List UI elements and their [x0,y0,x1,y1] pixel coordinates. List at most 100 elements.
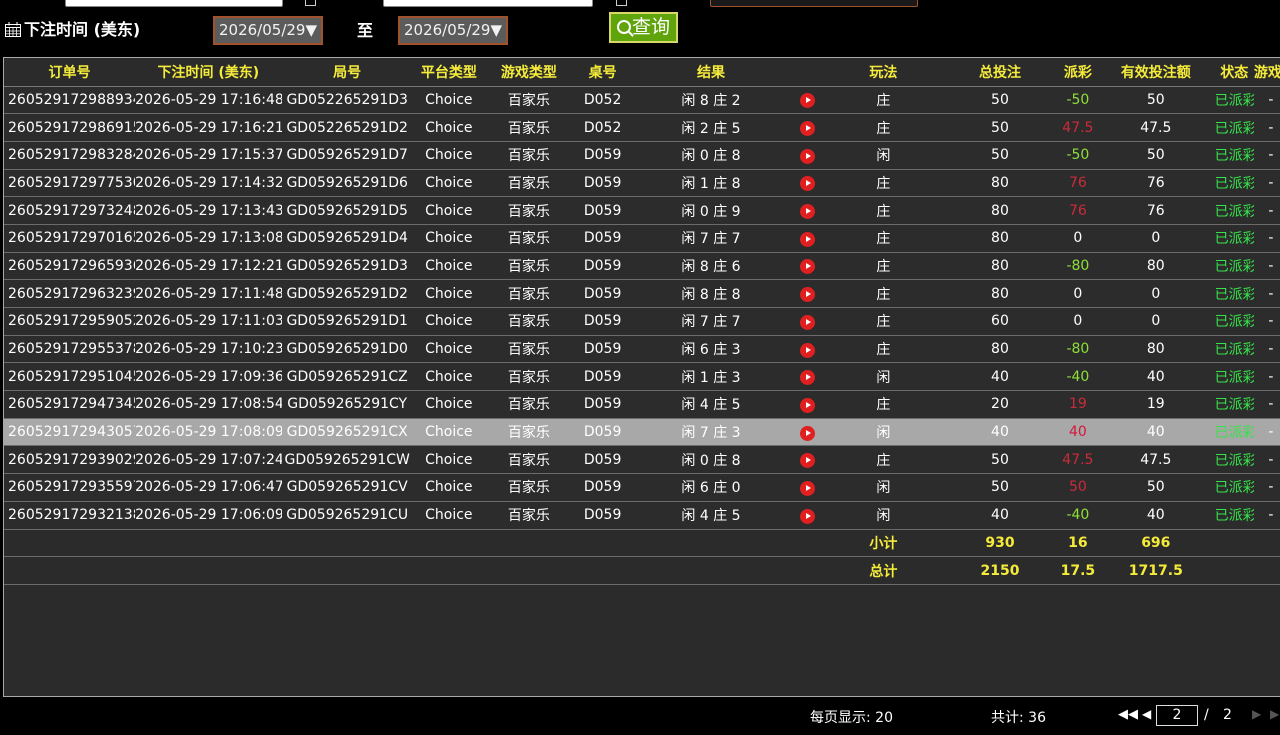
top-checkbox-1[interactable] [305,0,316,6]
valid-bet-cell: 0 [1096,279,1215,308]
top-text-input-1[interactable] [65,0,283,7]
table-row[interactable]: 260529172970165 2026-05-29 17:13:08 GD0592… [4,224,1280,253]
valid-bet-cell: 0 [1096,307,1215,336]
play-video-icon[interactable] [799,259,815,275]
replay-cell [789,390,826,419]
platform-cell: Choice [412,86,485,115]
play-video-icon[interactable] [799,176,815,192]
play-video-icon[interactable] [799,231,815,247]
play-video-icon[interactable] [799,121,815,137]
query-button[interactable]: 查询 [609,12,678,43]
total-bet-cell: 60 [941,307,1059,336]
play-video-icon[interactable] [799,342,815,358]
column-header: 派彩 [1058,58,1097,87]
top-text-input-2[interactable] [383,0,593,7]
bet-time-cell: 2026-05-29 17:06:47 [135,473,282,502]
table-row[interactable]: 260529172977530 2026-05-29 17:14:32 GD0592… [4,169,1280,198]
table-row[interactable]: 260529172943057 2026-05-29 17:08:09 GD0592… [4,418,1280,447]
play-video-icon[interactable] [799,93,815,109]
bet-time-label: 下注时间 (美东) [24,20,141,39]
column-header: 游戏类型 [484,58,573,87]
bet-type-cell: 庄 [825,113,942,142]
play-video-icon[interactable] [799,148,815,164]
total-bet-cell: 80 [941,252,1059,281]
play-video-icon[interactable] [799,287,815,303]
round-no-cell: GD059265291D0 [281,335,413,364]
table-row[interactable]: 260529172951045 2026-05-29 17:09:36 GD0592… [4,362,1280,392]
empty-cell [572,556,633,585]
start-date-picker[interactable]: 2026/05/29▼ [213,16,323,45]
top-select[interactable] [710,0,918,7]
replay-cell [789,501,826,530]
game-mode-cell: - [1253,335,1280,364]
table-row[interactable]: 260529172932138 2026-05-29 17:06:09 GD0592… [4,501,1280,530]
end-date-picker[interactable]: 2026/05/29▼ [398,16,508,45]
empty-cell [632,529,790,558]
table-row[interactable]: 260529172988934 2026-05-29 17:16:48 GD0522… [4,86,1280,115]
top-checkbox-2[interactable] [616,0,627,6]
round-no-cell: GD059265291CY [281,390,413,419]
table-row[interactable]: 260529172973248 2026-05-29 17:13:43 GD0592… [4,196,1280,225]
game-type-cell: 百家乐 [484,169,573,198]
game-mode-cell: - [1253,307,1280,336]
table-row[interactable]: 260529172983284 2026-05-29 17:15:37 GD0592… [4,141,1280,170]
payout-cell: -40 [1058,501,1097,530]
play-video-icon[interactable] [799,314,815,330]
table-row[interactable]: 260529172939029 2026-05-29 17:07:24 GD0592… [4,445,1280,475]
empty-cell [281,556,413,585]
bet-records-panel: 订单号 下注时间 (美东) 局号 平台类型 游戏类型 桌号 结果 玩法 总投注 派彩 有效投注额 状态… [3,57,1280,697]
table-row[interactable]: 260529172959052 2026-05-29 17:11:03 GD0592… [4,307,1280,336]
replay-cell [789,252,826,281]
table-row[interactable]: 260529172965936 2026-05-29 17:12:21 GD0592… [4,252,1280,281]
valid-bet-cell: 50 [1096,141,1215,170]
result-cell: 闲 7 庄 7 [632,224,790,253]
bet-time-cell: 2026-05-29 17:08:09 [135,418,282,447]
play-video-icon[interactable] [799,508,815,524]
first-page-icon[interactable]: ◀◀ [1118,707,1138,722]
play-video-icon[interactable] [799,425,815,441]
play-video-icon[interactable] [799,480,815,496]
game-type-cell: 百家乐 [484,335,573,364]
table-row[interactable]: 260529172955378 2026-05-29 17:10:23 GD0592… [4,335,1280,364]
bet-time-cell: 2026-05-29 17:13:08 [135,224,282,253]
last-page-icon[interactable]: ▶ [1270,707,1279,721]
current-page-input[interactable]: 2 [1156,705,1198,726]
replay-cell [789,169,826,198]
table-row[interactable]: 260529172963239 2026-05-29 17:11:48 GD0592… [4,279,1280,308]
table-row[interactable]: 260529172935597 2026-05-29 17:06:47 GD0592… [4,473,1280,502]
total-bet-cell: 40 [941,362,1059,392]
platform-cell: Choice [412,169,485,198]
play-video-icon[interactable] [799,204,815,220]
platform-cell: Choice [412,445,485,475]
empty-cell [1253,556,1280,585]
bet-type-cell: 闲 [825,362,942,392]
game-mode-cell: - [1253,445,1280,475]
game-type-cell: 百家乐 [484,418,573,447]
grand-total-row-label: 总计 [825,556,942,585]
play-video-icon[interactable] [799,370,815,386]
bet-type-cell: 闲 [825,141,942,170]
replay-cell [789,445,826,475]
table-row[interactable]: 260529172986915 2026-05-29 17:16:21 GD0522… [4,113,1280,142]
order-no-cell: 260529172932138 [4,501,136,530]
column-header: 游戏模式 [1253,58,1280,87]
empty-cell [412,529,485,558]
bet-time-cell: 2026-05-29 17:11:48 [135,279,282,308]
play-video-icon[interactable] [799,453,815,469]
subtotal-row-payout: 16 [1058,529,1097,558]
payout-cell: -80 [1058,335,1097,364]
game-type-cell: 百家乐 [484,307,573,336]
table-no-cell: D059 [572,501,633,530]
table-no-cell: D059 [572,362,633,392]
table-no-cell: D059 [572,224,633,253]
bet-type-cell: 庄 [825,279,942,308]
total-bet-cell: 50 [941,141,1059,170]
next-page-icon[interactable]: ▶ [1252,707,1261,721]
round-no-cell: GD059265291D6 [281,169,413,198]
table-row[interactable]: 260529172947345 2026-05-29 17:08:54 GD0592… [4,390,1280,419]
column-header [789,58,826,87]
prev-page-icon[interactable]: ◀ [1142,707,1151,721]
order-no-cell: 260529172963239 [4,279,136,308]
play-video-icon[interactable] [799,397,815,413]
empty-cell [632,556,790,585]
